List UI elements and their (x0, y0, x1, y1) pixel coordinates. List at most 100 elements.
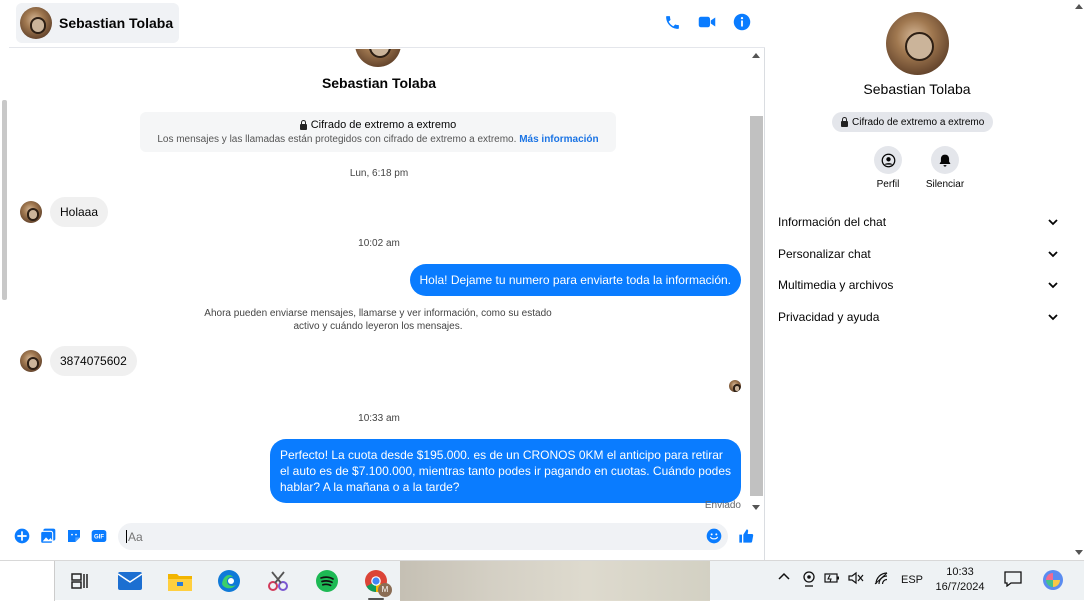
chevron-up-icon[interactable] (778, 571, 790, 584)
encryption-notice-subtitle-row: Los mensajes y las llamadas están proteg… (140, 134, 616, 145)
encryption-notice: Cifrado de extremo a extremo Los mensaje… (140, 112, 616, 152)
timestamp: 10:33 am (358, 413, 400, 424)
encryption-badge-label: Cifrado de extremo a extremo (852, 116, 985, 128)
thumbs-up-icon[interactable] (738, 528, 754, 544)
profile-action[interactable]: Perfil (863, 146, 913, 190)
message-input[interactable] (128, 529, 688, 544)
avatar (20, 7, 52, 39)
chevron-down-icon (1048, 281, 1058, 288)
outgoing-message-bubble[interactable]: Hola! Dejame tu numero para enviarte tod… (409, 264, 741, 296)
file-explorer-icon[interactable] (166, 567, 194, 595)
emoji-icon[interactable] (706, 528, 722, 544)
incoming-message-bubble[interactable]: 3874075602 (50, 346, 137, 376)
more-info-link[interactable]: Más información (519, 134, 598, 145)
encryption-notice-title: Cifrado de extremo a extremo (310, 119, 457, 131)
section-label: Privacidad y ayuda (778, 310, 880, 324)
lock-icon (299, 119, 307, 130)
scroll-up-arrow-icon[interactable] (1075, 4, 1083, 9)
section-privacy-help[interactable]: Privacidad y ayuda (778, 305, 1058, 329)
mute-label: Silenciar (925, 179, 965, 190)
copilot-icon[interactable] (1042, 569, 1064, 594)
incoming-message-bubble[interactable]: Holaaa (50, 197, 109, 227)
header-contact-name: Sebastian Tolaba (59, 15, 174, 31)
section-chat-info[interactable]: Información del chat (778, 210, 1058, 234)
sticker-icon[interactable] (66, 528, 82, 544)
section-label: Multimedia y archivos (778, 278, 894, 292)
chevron-down-icon (1048, 313, 1058, 320)
mute-action[interactable]: Silenciar (920, 146, 970, 190)
messenger-window: Sebastian Tolaba Sebastian Tolaba Cifrad… (0, 0, 1084, 560)
wifi-icon[interactable] (874, 572, 890, 588)
chat-header: Sebastian Tolaba (9, 0, 765, 48)
text-caret (126, 530, 127, 543)
video-call-icon[interactable] (698, 12, 716, 32)
chrome-icon[interactable]: M (362, 567, 392, 600)
edge-browser-icon[interactable] (215, 567, 243, 595)
taskbar-search-area[interactable] (0, 561, 55, 601)
page-scrollbar[interactable] (0, 90, 9, 515)
spotify-icon[interactable] (313, 567, 341, 595)
clock-time: 10:33 (946, 566, 974, 578)
message-scrollbar[interactable] (750, 49, 763, 512)
mail-icon[interactable] (116, 567, 144, 595)
notifications-icon[interactable] (1004, 571, 1022, 590)
encryption-notice-title-row: Cifrado de extremo a extremo (140, 119, 616, 131)
details-avatar[interactable] (886, 12, 949, 75)
profile-label: Perfil (876, 179, 900, 190)
read-receipt-avatar (729, 380, 741, 392)
photo-icon[interactable] (40, 528, 56, 544)
lock-icon (841, 116, 848, 127)
outgoing-message-bubble[interactable]: Perfecto! La cuota desde $195.000. es de… (270, 439, 741, 503)
encryption-notice-subtitle: Los mensajes y las llamadas están proteg… (157, 134, 517, 145)
language-indicator[interactable]: ESP (901, 574, 923, 586)
chevron-down-icon (1048, 218, 1058, 225)
gif-icon[interactable]: GIF (91, 528, 107, 544)
avatar (20, 350, 42, 372)
scroll-up-arrow-icon[interactable] (752, 53, 760, 58)
svg-text:GIF: GIF (94, 535, 104, 541)
taskbar-wallpaper-strip (400, 561, 710, 601)
details-contact-name: Sebastian Tolaba (863, 81, 971, 97)
snipping-tool-icon[interactable] (264, 567, 292, 595)
battery-icon[interactable] (824, 572, 840, 587)
message-input-wrapper[interactable] (118, 523, 728, 550)
scroll-down-arrow-icon[interactable] (752, 505, 760, 510)
contact-profile-avatar (355, 49, 401, 67)
section-label: Personalizar chat (778, 247, 871, 261)
window-scrollbar[interactable] (1072, 0, 1084, 560)
chat-panel: Sebastian Tolaba Sebastian Tolaba Cifrad… (9, 0, 765, 560)
header-actions (663, 12, 751, 32)
plus-circle-icon[interactable] (14, 528, 30, 544)
avatar (20, 201, 42, 223)
clock-date: 16/7/2024 (935, 581, 985, 593)
chat-info-notice: Ahora pueden enviarse mensajes, llamarse… (204, 308, 552, 332)
windows-taskbar: M ESP 10:33 16/7/2024 (0, 560, 1084, 601)
timestamp: 10:02 am (358, 238, 400, 249)
scroll-down-arrow-icon[interactable] (1075, 550, 1083, 555)
incoming-message-row: Holaaa (20, 197, 109, 227)
contact-profile-name: Sebastian Tolaba (321, 75, 437, 91)
timestamp: Lun, 6:18 pm (349, 168, 409, 179)
message-scrollbar-thumb[interactable] (750, 116, 763, 496)
profile-icon[interactable] (874, 146, 902, 174)
volume-muted-icon[interactable] (848, 571, 864, 588)
webcam-icon[interactable] (802, 571, 816, 590)
section-media-files[interactable]: Multimedia y archivos (778, 273, 1058, 297)
header-contact-button[interactable]: Sebastian Tolaba (16, 3, 180, 43)
chrome-profile-badge: M (378, 583, 392, 597)
sent-status: Enviado (704, 500, 741, 511)
phone-icon[interactable] (663, 12, 681, 32)
section-label: Información del chat (778, 215, 887, 229)
info-icon[interactable] (733, 12, 751, 32)
chat-details-panel: Sebastian Tolaba Cifrado de extremo a ex… (766, 0, 1072, 560)
chevron-down-icon (1048, 250, 1058, 257)
page-scrollbar-thumb[interactable] (2, 100, 7, 300)
message-composer: GIF (9, 515, 765, 560)
bell-icon[interactable] (931, 146, 959, 174)
system-clock[interactable]: 10:33 16/7/2024 (928, 565, 992, 595)
section-customize-chat[interactable]: Personalizar chat (778, 242, 1058, 266)
task-view-icon[interactable] (66, 567, 94, 595)
incoming-message-row: 3874075602 (20, 346, 137, 376)
message-list[interactable]: Sebastian Tolaba Cifrado de extremo a ex… (9, 49, 749, 515)
encryption-badge[interactable]: Cifrado de extremo a extremo (832, 112, 994, 132)
